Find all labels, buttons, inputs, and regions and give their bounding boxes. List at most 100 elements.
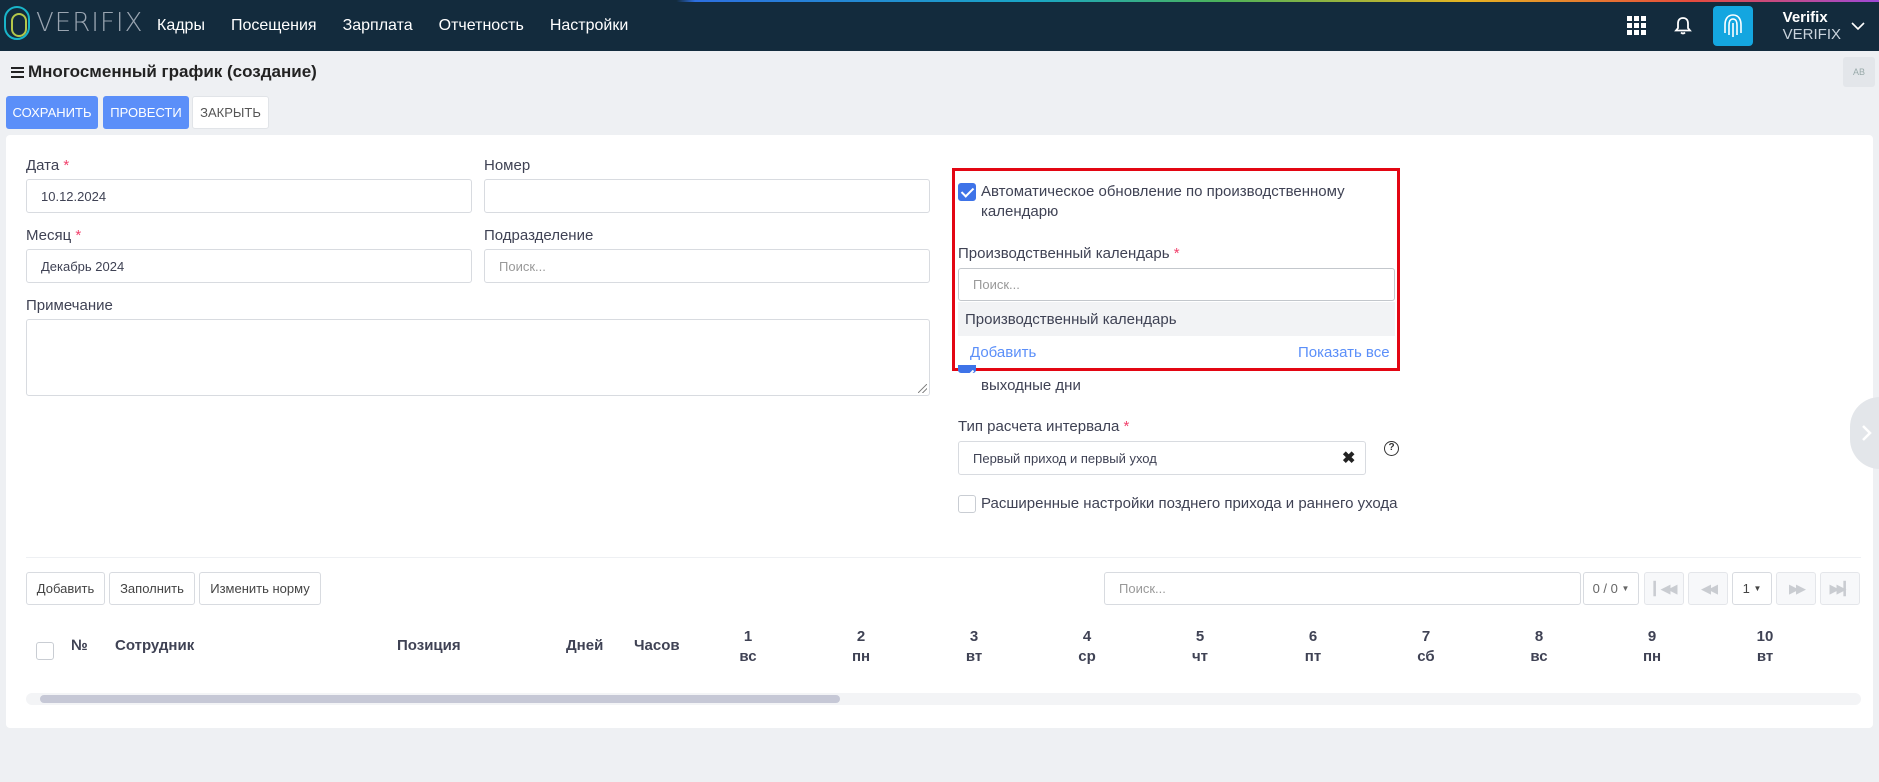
weekday: чт xyxy=(1191,648,1209,665)
change-norm-button[interactable]: Изменить норму xyxy=(199,572,321,605)
chevron-down-icon[interactable] xyxy=(1851,19,1865,33)
caret-down-icon: ▼ xyxy=(1621,584,1630,593)
caret-down-icon: ▼ xyxy=(1753,584,1762,593)
interval-type-label: Тип расчета интервала * xyxy=(958,418,1130,435)
chevron-right-icon xyxy=(1862,425,1872,441)
day-number: 6 xyxy=(1308,628,1318,645)
month-field[interactable]: Декабрь 2024 xyxy=(26,249,472,283)
fill-button[interactable]: Заполнить xyxy=(109,572,195,605)
user-menu[interactable]: Verifix VERIFIX xyxy=(1783,9,1841,43)
weekday: пн xyxy=(851,648,871,665)
day-number: 3 xyxy=(969,628,979,645)
note-label: Примечание xyxy=(26,297,113,314)
scrollbar-thumb[interactable] xyxy=(40,695,840,703)
table-header xyxy=(26,612,1861,680)
number-field[interactable] xyxy=(484,179,930,213)
weekday: пн xyxy=(1642,648,1662,665)
weekday: пт xyxy=(1304,648,1322,665)
weekday: вс xyxy=(1530,648,1548,665)
day-column-header: 10 вт xyxy=(1745,627,1785,667)
table-search-input[interactable]: Поиск... xyxy=(1104,572,1581,605)
nav-item-settings[interactable]: Настройки xyxy=(550,17,628,35)
nav-item-salary[interactable]: Зарплата xyxy=(343,17,413,35)
apps-grid-icon[interactable] xyxy=(1626,15,1647,36)
nav-item-hr[interactable]: Кадры xyxy=(157,17,205,35)
day-column-header: 6 пт xyxy=(1293,627,1333,667)
help-icon[interactable]: ? xyxy=(1384,441,1399,456)
day-column-header: 9 пн xyxy=(1632,627,1672,667)
logo-text: VERIFIX xyxy=(36,8,144,38)
language-toggle-button[interactable]: AB xyxy=(1843,57,1875,87)
day-column-header: 2 пн xyxy=(841,627,881,667)
hamburger-menu-icon[interactable] xyxy=(11,66,24,78)
day-column-header: 8 вс xyxy=(1519,627,1559,667)
last-page-icon[interactable]: ▶▶▎ xyxy=(1820,572,1860,605)
advanced-settings-checkbox[interactable] xyxy=(958,495,976,513)
user-org: VERIFIX xyxy=(1782,25,1841,43)
column-position[interactable]: Позиция xyxy=(397,637,461,654)
fingerprint-icon xyxy=(1723,13,1742,37)
column-days[interactable]: Дней xyxy=(566,637,603,654)
page-title-text: Многосменный график (создание) xyxy=(28,62,317,81)
note-textarea[interactable] xyxy=(26,319,930,396)
resize-handle-icon[interactable] xyxy=(918,384,927,393)
day-column-header: 5 чт xyxy=(1180,627,1220,667)
division-search-input[interactable]: Поиск... xyxy=(484,249,930,283)
weekday: вс xyxy=(739,648,757,665)
day-number: 9 xyxy=(1647,628,1657,645)
day-column-header: 4 ср xyxy=(1067,627,1107,667)
weekday: вт xyxy=(965,648,983,665)
interval-type-select[interactable]: Первый приход и первый уход xyxy=(958,441,1366,475)
day-number: 2 xyxy=(856,628,866,645)
column-number[interactable]: № xyxy=(71,637,88,654)
top-right-controls: Verifix VERIFIX xyxy=(1626,0,1879,51)
horizontal-scrollbar[interactable] xyxy=(26,693,1861,705)
avatar[interactable] xyxy=(1712,5,1753,46)
day-column-header: 1 вс xyxy=(728,627,768,667)
records-count-dropdown[interactable]: 0 / 0 ▼ xyxy=(1583,572,1639,605)
close-button[interactable]: ЗАКРЫТЬ xyxy=(192,96,269,129)
save-button[interactable]: СОХРАНИТЬ xyxy=(6,96,98,129)
records-count: 0 / 0 xyxy=(1592,581,1618,596)
division-label: Подразделение xyxy=(484,227,594,244)
prev-page-icon[interactable]: ◀◀ xyxy=(1688,572,1728,605)
page-title: Многосменный график (создание) xyxy=(11,62,317,82)
weekday: ср xyxy=(1078,648,1096,665)
month-label: Месяц * xyxy=(26,227,82,244)
date-field[interactable]: 10.12.2024 xyxy=(26,179,472,213)
day-column-header: 7 сб xyxy=(1406,627,1446,667)
page-select[interactable]: 1 ▼ xyxy=(1732,572,1772,605)
day-number: 7 xyxy=(1421,628,1431,645)
select-all-checkbox[interactable] xyxy=(36,642,54,660)
next-page-icon[interactable]: ▶▶ xyxy=(1776,572,1816,605)
main-nav: Кадры Посещения Зарплата Отчетность Наст… xyxy=(157,0,654,51)
day-number: 8 xyxy=(1534,628,1544,645)
post-button[interactable]: ПРОВЕСТИ xyxy=(103,96,189,129)
top-navbar: VERIFIX Кадры Посещения Зарплата Отчетно… xyxy=(0,0,1879,51)
weekends-label: выходные дни xyxy=(981,377,1081,394)
user-name: Verifix xyxy=(1782,8,1828,26)
day-number: 5 xyxy=(1195,628,1205,645)
column-employee[interactable]: Сотрудник xyxy=(115,637,194,654)
divider xyxy=(26,557,1861,558)
day-number: 10 xyxy=(1756,628,1774,645)
date-label: Дата * xyxy=(26,157,70,174)
logo[interactable]: VERIFIX xyxy=(4,6,143,40)
page-number: 1 xyxy=(1742,581,1750,596)
column-hours[interactable]: Часов xyxy=(634,637,680,654)
day-number: 4 xyxy=(1082,628,1092,645)
weekends-checkbox[interactable] xyxy=(958,365,976,373)
advanced-settings-label: Расширенные настройки позднего прихода и… xyxy=(981,495,1398,512)
first-page-icon[interactable]: ▎◀◀ xyxy=(1644,572,1684,605)
nav-item-attendance[interactable]: Посещения xyxy=(231,17,317,35)
weekday: вт xyxy=(1756,648,1774,665)
nav-item-reports[interactable]: Отчетность xyxy=(439,17,524,35)
clear-icon[interactable]: ✖ xyxy=(1342,448,1355,468)
day-column-header: 3 вт xyxy=(954,627,994,667)
number-label: Номер xyxy=(484,157,531,174)
bell-icon[interactable] xyxy=(1673,16,1693,36)
highlight-box xyxy=(952,168,1400,371)
add-row-button[interactable]: Добавить xyxy=(26,572,105,605)
day-number: 1 xyxy=(743,628,753,645)
fingerprint-logo-icon xyxy=(4,6,30,40)
